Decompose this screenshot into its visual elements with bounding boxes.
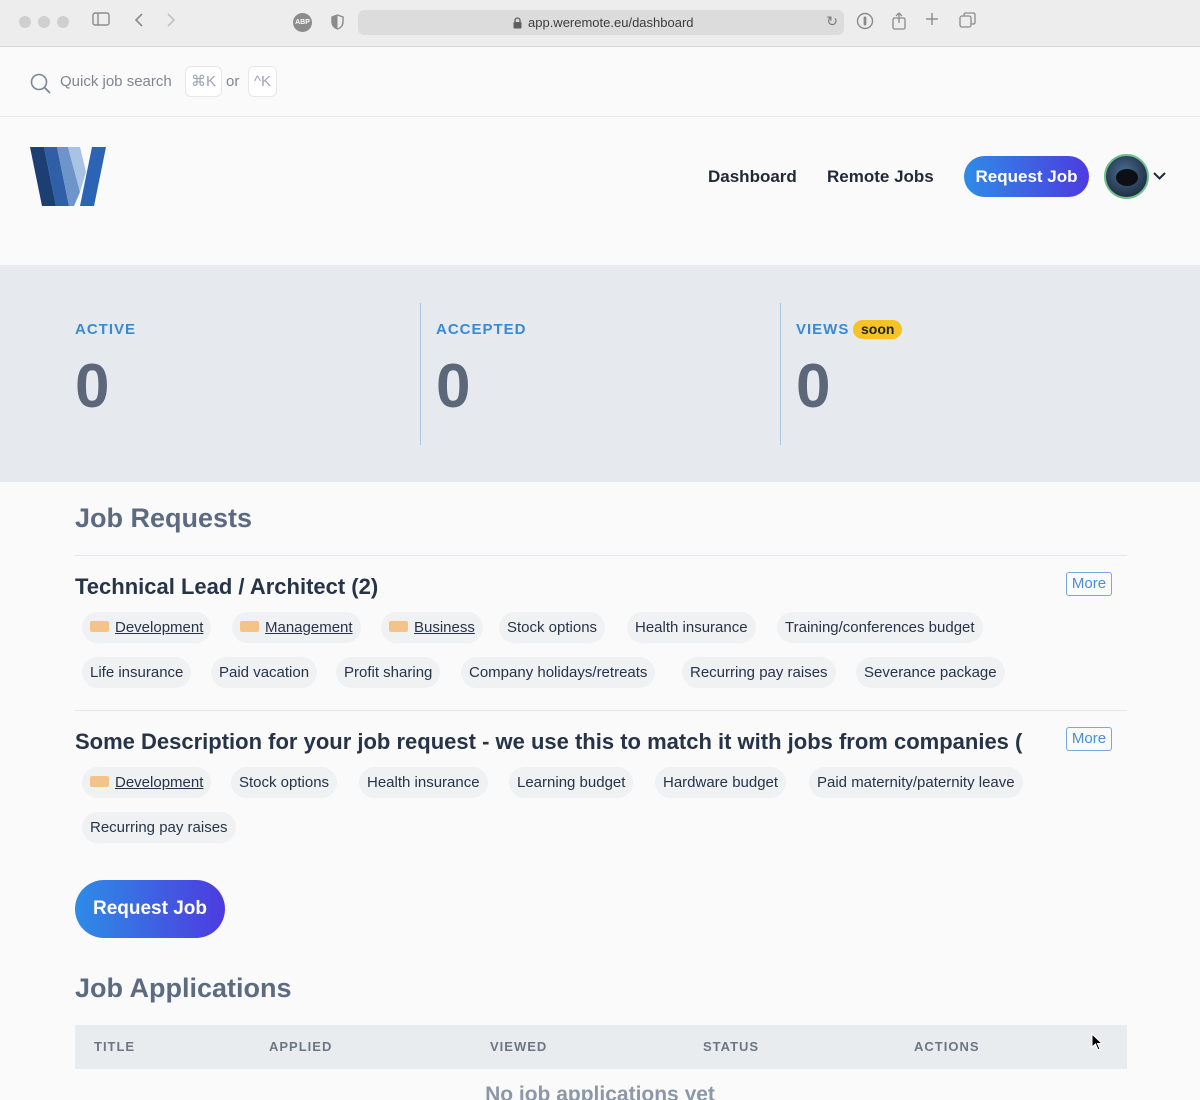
tag-health-insurance: Health insurance [627,612,756,643]
empty-state-text: No job applications yet [485,1083,715,1100]
stat-divider [420,303,421,445]
stats-panel: ACTIVE 0 ACCEPTED 0 VIEWS soon 0 [0,265,1200,482]
tag-recurring-pay-raises: Recurring pay raises [682,657,836,688]
soon-badge: soon [853,320,903,339]
stat-accepted-value: 0 [436,352,471,421]
column-title: TITLE [94,1039,136,1054]
zoom-window-icon[interactable] [57,16,69,28]
nav-dashboard[interactable]: Dashboard [708,167,797,187]
nav-remote-jobs[interactable]: Remote Jobs [827,167,934,187]
mouse-cursor-icon [1091,1032,1104,1056]
tag-stock-options: Stock options [499,612,606,643]
stat-views-label: VIEWS [796,321,850,338]
tag-life-insurance: Life insurance [82,657,192,688]
shortcut-mac: ⌘K [185,66,223,97]
tag-recurring-pay-raises: Recurring pay raises [82,812,236,843]
minimize-window-icon[interactable] [38,16,50,28]
quick-search-label[interactable]: Quick job search [60,73,172,90]
back-icon[interactable] [128,12,150,34]
tabs-overview-icon[interactable] [956,12,978,35]
forward-icon[interactable] [160,12,182,34]
adblock-icon[interactable]: ABP [293,13,312,32]
sidebar-icon[interactable] [90,12,112,32]
lock-icon [513,16,522,34]
column-viewed: VIEWED [490,1039,548,1054]
job-request-title: Technical Lead / Architect (2) [75,574,379,599]
tag-development[interactable]: Development [82,767,212,798]
job-applications-title: Job Applications [75,973,292,1003]
column-applied: APPLIED [269,1039,333,1054]
stat-active-label: ACTIVE [75,321,137,338]
label-icon [90,621,109,632]
request-job-button-header[interactable]: Request Job [964,156,1089,197]
more-button[interactable]: More [1066,572,1112,596]
shield-icon[interactable] [331,14,344,35]
divider [75,710,1127,711]
tag-business[interactable]: Business [381,612,483,643]
tag-training-budget: Training/conferences budget [777,612,983,643]
more-button[interactable]: More [1066,727,1112,751]
tag-development[interactable]: Development [82,612,212,643]
shortcut-other: ^K [248,66,278,97]
reload-icon[interactable]: ↻ [826,13,838,30]
label-icon [240,621,259,632]
address-bar[interactable]: app.weremote.eu/dashboard ↻ [358,10,844,35]
label-icon [389,621,408,632]
browser-toolbar: ABP app.weremote.eu/dashboard ↻ [0,0,1200,47]
avatar-image [1116,169,1138,186]
stat-accepted-label: ACCEPTED [436,321,527,338]
divider [75,555,1127,556]
label-icon [90,776,109,787]
quick-search-bar[interactable]: Quick job search ⌘K or ^K [0,48,1200,117]
chevron-down-icon[interactable] [1152,168,1167,186]
site-header: Dashboard Remote Jobs Request Job [0,118,1200,265]
weremote-logo[interactable] [30,147,106,211]
tag-learning-budget: Learning budget [509,767,634,798]
tag-label: Management [265,619,353,636]
tag-company-holidays: Company holidays/retreats [461,657,656,688]
new-tab-icon[interactable] [921,12,943,32]
job-request-title: Some Description for your job request - … [75,729,1023,754]
tag-severance-package: Severance package [856,657,1005,688]
tag-hardware-budget: Hardware budget [655,767,787,798]
share-icon[interactable] [888,12,910,36]
applications-table-header: TITLE APPLIED VIEWED STATUS ACTIONS [75,1025,1127,1069]
tag-label: Business [414,619,475,636]
tag-stock-options: Stock options [231,767,338,798]
user-avatar[interactable] [1104,154,1149,199]
column-status: STATUS [703,1039,760,1054]
stat-divider [780,303,781,445]
tag-label: Development [115,774,204,791]
tag-label: Development [115,619,204,636]
close-window-icon[interactable] [19,16,31,28]
search-icon[interactable] [30,73,51,99]
tag-paid-vacation: Paid vacation [211,657,318,688]
tag-parental-leave: Paid maternity/paternity leave [809,767,1023,798]
tag-profit-sharing: Profit sharing [336,657,441,688]
stat-views-value: 0 [796,352,831,421]
shortcut-or: or [226,73,240,90]
password-icon[interactable] [854,12,876,36]
job-requests-title: Job Requests [75,503,253,533]
stat-active-value: 0 [75,352,110,421]
tag-health-insurance: Health insurance [359,767,488,798]
request-job-button[interactable]: Request Job [75,880,225,938]
url-text: app.weremote.eu/dashboard [528,15,694,30]
column-actions: ACTIONS [914,1039,980,1054]
tag-management[interactable]: Management [232,612,361,643]
